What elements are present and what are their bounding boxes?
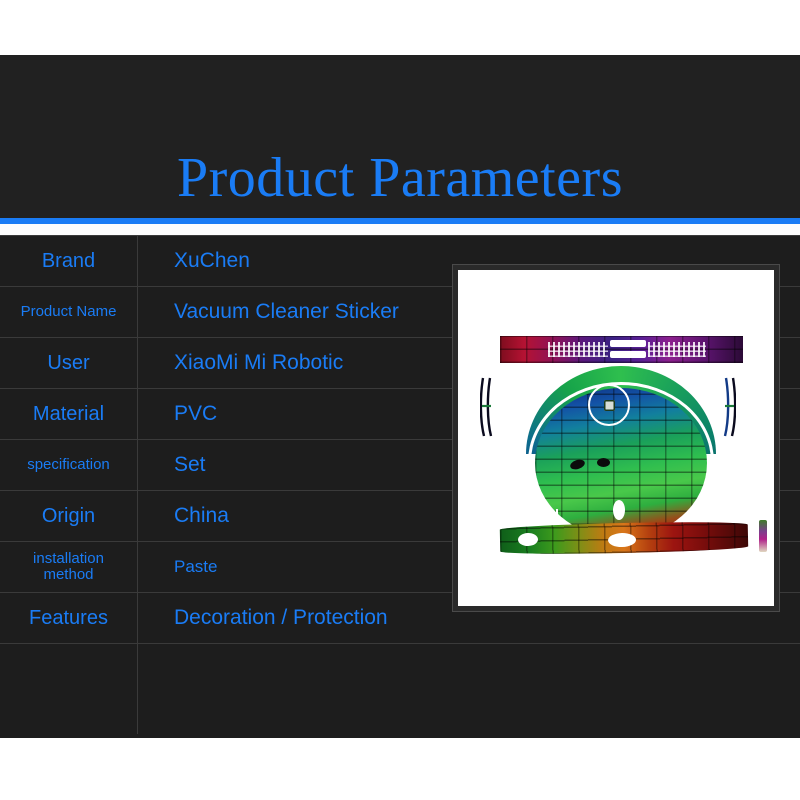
vent-grid-right [648, 342, 706, 357]
header-gap-spacer [0, 224, 800, 235]
spec-label-user: User [0, 338, 138, 388]
sticker-piece-lid [526, 366, 716, 542]
product-parameters-page: Product Parameters Brand XuChen Product … [0, 0, 800, 800]
spec-label-material: Material [0, 389, 138, 439]
product-image-card [452, 264, 780, 612]
sticker-piece-right-side [722, 376, 737, 438]
sticker-piece-left-side [479, 376, 494, 438]
spec-label-brand: Brand [0, 236, 138, 286]
spec-label-features: Features [0, 593, 138, 643]
mi-logo-icon [603, 399, 615, 411]
header-banner: Product Parameters [0, 55, 800, 218]
vent-grid-left [548, 342, 608, 357]
page-title: Product Parameters [177, 147, 623, 209]
sticker-piece-corner-trim [759, 520, 767, 552]
spec-label-product-name: Product Name [0, 287, 138, 337]
spec-value-empty [138, 644, 800, 734]
bumper-cutout-center [607, 532, 637, 548]
right-side-shape-icon [723, 377, 737, 437]
sticker-piece-top-strip [500, 336, 743, 363]
sticker-piece-bottom-strip [499, 520, 749, 556]
bumper-cutout-left [517, 532, 539, 547]
lid-seam-mark [556, 509, 558, 523]
product-photo [458, 270, 774, 606]
button-cutout-top [610, 340, 646, 347]
mi-logo-cutout-ring [588, 384, 630, 426]
left-side-shape-icon [479, 377, 493, 437]
button-cutout-bottom [610, 351, 646, 358]
spec-label-installation-method: installation method [0, 542, 138, 592]
spec-label-origin: Origin [0, 491, 138, 541]
spec-label-empty [0, 644, 138, 734]
spec-label-specification: specification [0, 440, 138, 490]
table-row [0, 644, 800, 734]
